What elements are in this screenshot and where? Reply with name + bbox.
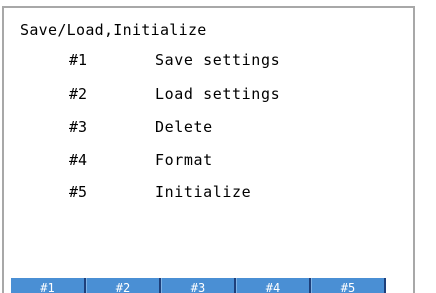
menu-item-number: #1 bbox=[69, 51, 88, 69]
menu-item-save-settings[interactable]: #1 Save settings bbox=[4, 49, 384, 71]
menu-item-label: Delete bbox=[155, 118, 213, 136]
menu-item-label: Format bbox=[155, 151, 213, 169]
menu-item-number: #5 bbox=[69, 183, 88, 201]
menu-item-label: Save settings bbox=[155, 51, 281, 69]
softkey-3[interactable]: #3 bbox=[161, 278, 236, 293]
softkey-4[interactable]: #4 bbox=[236, 278, 311, 293]
menu-item-number: #2 bbox=[69, 85, 88, 103]
softkey-bar: #1 #2 #3 #4 #5 bbox=[11, 278, 399, 293]
menu-item-load-settings[interactable]: #2 Load settings bbox=[4, 83, 384, 105]
page-title: Save/Load,Initialize bbox=[20, 21, 207, 39]
menu-item-delete[interactable]: #3 Delete bbox=[4, 116, 384, 138]
softkey-2[interactable]: #2 bbox=[86, 278, 161, 293]
menu-item-number: #4 bbox=[69, 151, 88, 169]
softkey-5[interactable]: #5 bbox=[311, 278, 386, 293]
softkey-1[interactable]: #1 bbox=[11, 278, 86, 293]
menu-item-number: #3 bbox=[69, 118, 88, 136]
menu-item-format[interactable]: #4 Format bbox=[4, 149, 384, 171]
menu-item-label: Load settings bbox=[155, 85, 281, 103]
settings-screen: Save/Load,Initialize #1 Save settings #2… bbox=[2, 6, 415, 293]
menu-item-label: Initialize bbox=[155, 183, 252, 201]
menu-item-initialize[interactable]: #5 Initialize bbox=[4, 181, 384, 203]
